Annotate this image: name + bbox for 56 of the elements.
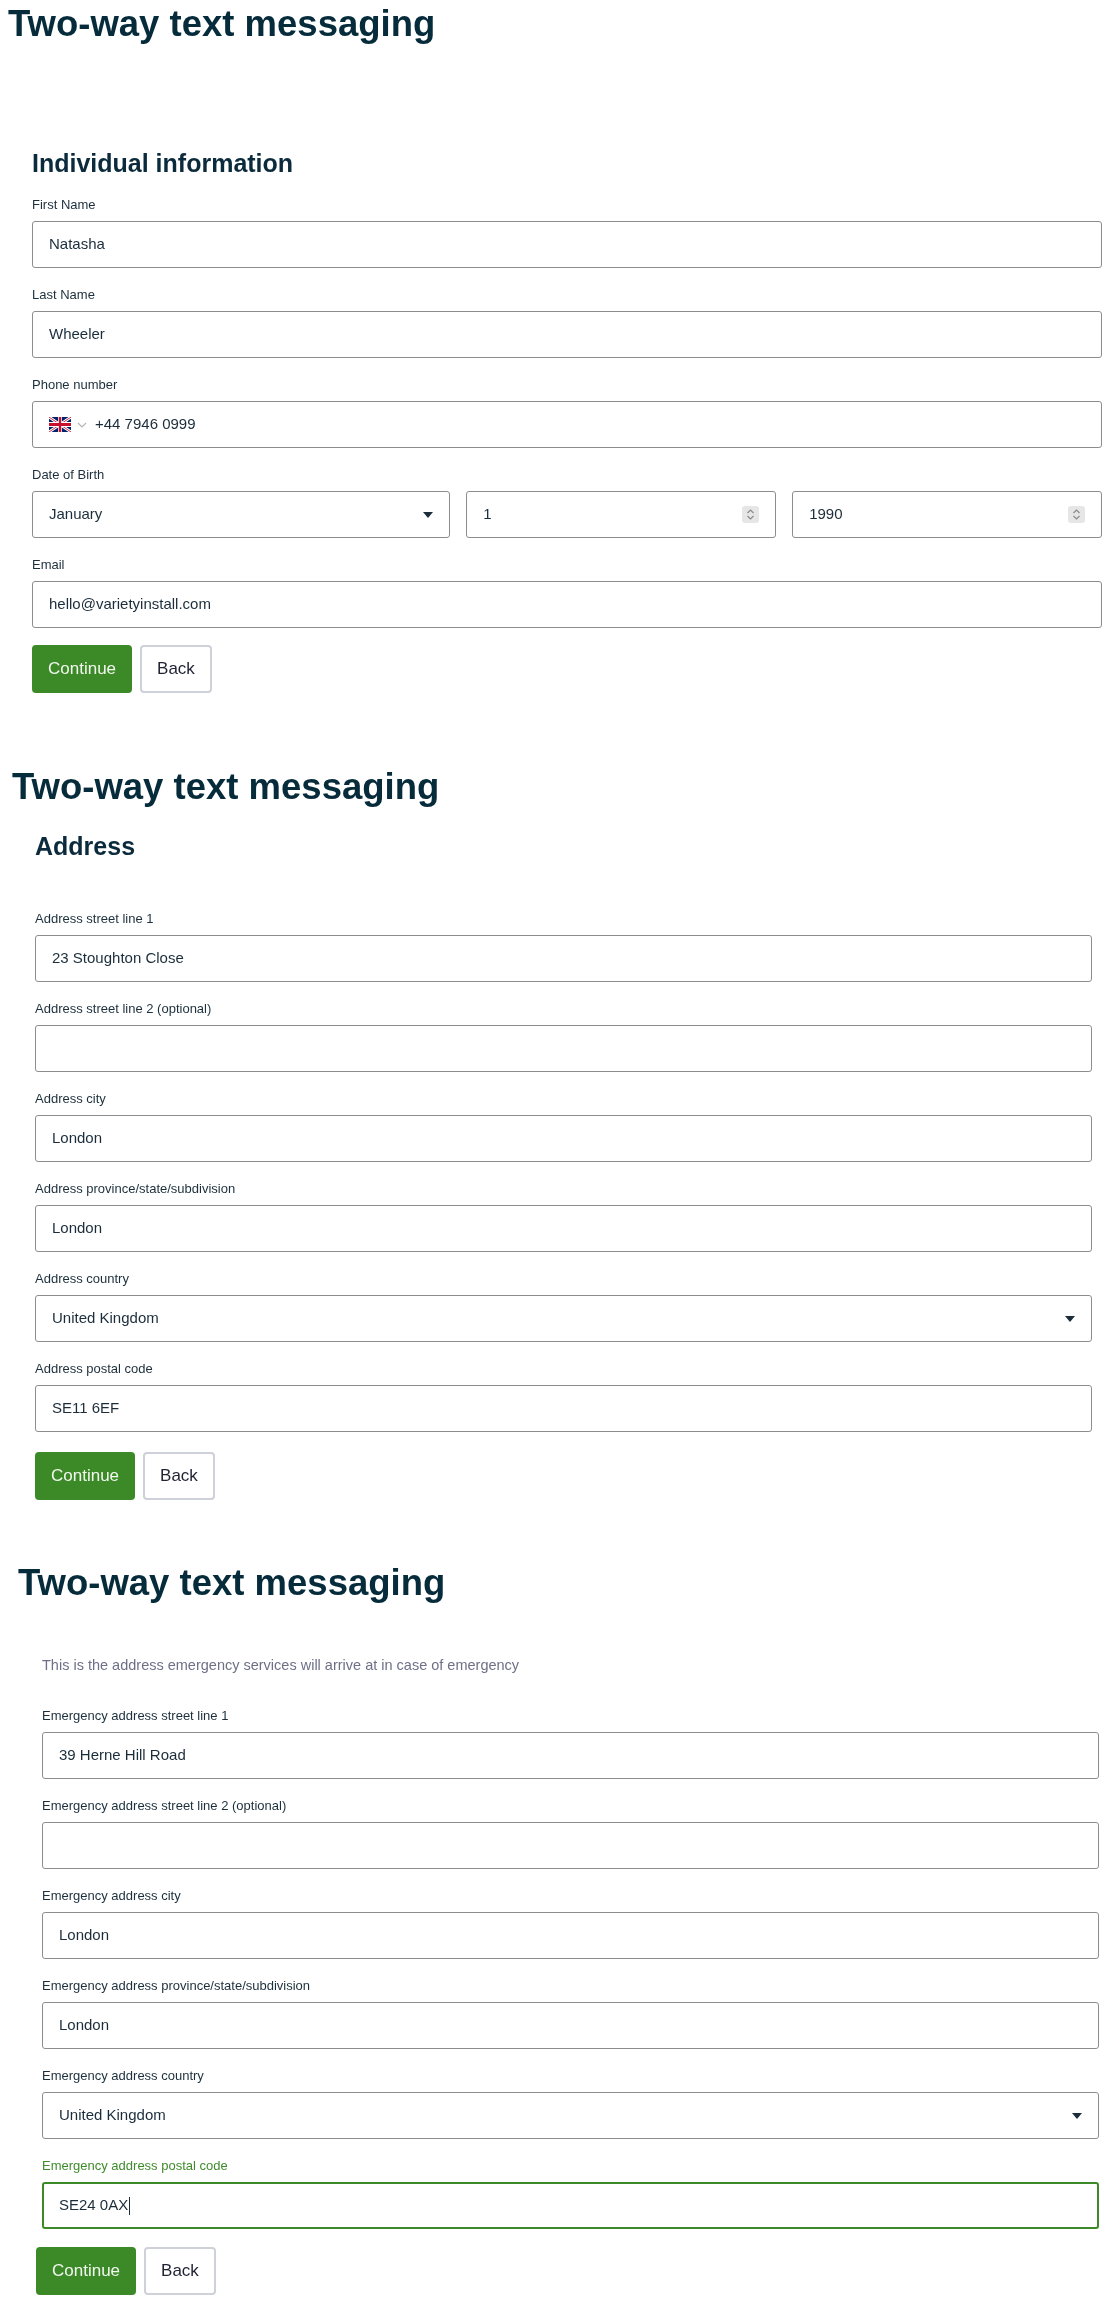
chevron-down-icon [77,421,87,428]
number-input[interactable]: 1 [466,491,777,538]
page-title: Two-way text messaging [12,767,440,807]
caret-down-icon [1065,1315,1075,1322]
text-input[interactable]: London [35,1205,1092,1252]
field-label: Emergency address street line 2 (optional) [42,1798,287,1814]
text-input[interactable]: SE24 0AX [42,2182,1099,2229]
dropdown[interactable]: January [32,491,451,538]
field-label: Emergency address country [42,2068,204,2084]
field-label: Address street line 1 [35,911,154,927]
continue-button[interactable]: Continue [36,2247,137,2295]
field-label: Address city [35,1091,106,1107]
number-input[interactable]: 1990 [792,491,1102,538]
text-input[interactable] [42,1822,1099,1869]
text-input[interactable]: London [35,1115,1092,1162]
section-heading: Individual information [32,148,294,179]
field-label: First Name [32,197,96,213]
continue-button[interactable]: Continue [32,645,133,693]
field-label: Address province/state/subdivision [35,1181,236,1197]
field-label: Emergency address postal code [42,2158,228,2174]
text-input[interactable]: London [42,1912,1099,1959]
text-input[interactable]: 23 Stoughton Close [35,935,1092,982]
back-button[interactable]: Back [143,1452,215,1500]
caret-down-icon [1072,2112,1082,2119]
field-label: Emergency address city [42,1888,181,1904]
field-label: Address street line 2 (optional) [35,1001,212,1017]
up-down-arrows-icon [742,506,760,523]
section-heading: Address [35,831,136,862]
phone-input[interactable]: +44 7946 0999 [32,401,1102,448]
text-input[interactable]: Wheeler [32,311,1102,358]
back-button[interactable]: Back [144,2247,216,2295]
dropdown[interactable]: United Kingdom [42,2092,1099,2139]
section-description: This is the address emergency services will arrive at in case of emergency [42,1656,520,1675]
text-input[interactable]: London [42,2002,1099,2049]
flag-icon [49,417,71,432]
caret-down-icon [423,511,434,518]
back-button[interactable]: Back [140,645,212,693]
field-label: Address postal code [35,1361,153,1377]
text-input[interactable]: SE11 6EF [35,1385,1092,1432]
up-down-arrows-icon [1068,506,1085,523]
text-input[interactable] [35,1025,1092,1072]
text-input[interactable]: Natasha [32,221,1102,268]
page-title: Two-way text messaging [8,4,436,44]
text-cursor-icon [129,2196,131,2215]
continue-button[interactable]: Continue [35,1452,136,1500]
field-label: Last Name [32,287,95,303]
text-input[interactable]: 39 Herne Hill Road [42,1732,1099,1779]
field-label: Email [32,557,65,573]
field-label: Address country [35,1271,129,1287]
dropdown[interactable]: United Kingdom [35,1295,1092,1342]
field-label: Phone number [32,377,118,393]
text-input[interactable]: hello@varietyinstall.com [32,581,1102,628]
field-label: Date of Birth [32,467,105,483]
field-label: Emergency address province/state/subdivision [42,1978,311,1994]
field-label: Emergency address street line 1 [42,1708,229,1724]
page-title: Two-way text messaging [18,1563,446,1603]
